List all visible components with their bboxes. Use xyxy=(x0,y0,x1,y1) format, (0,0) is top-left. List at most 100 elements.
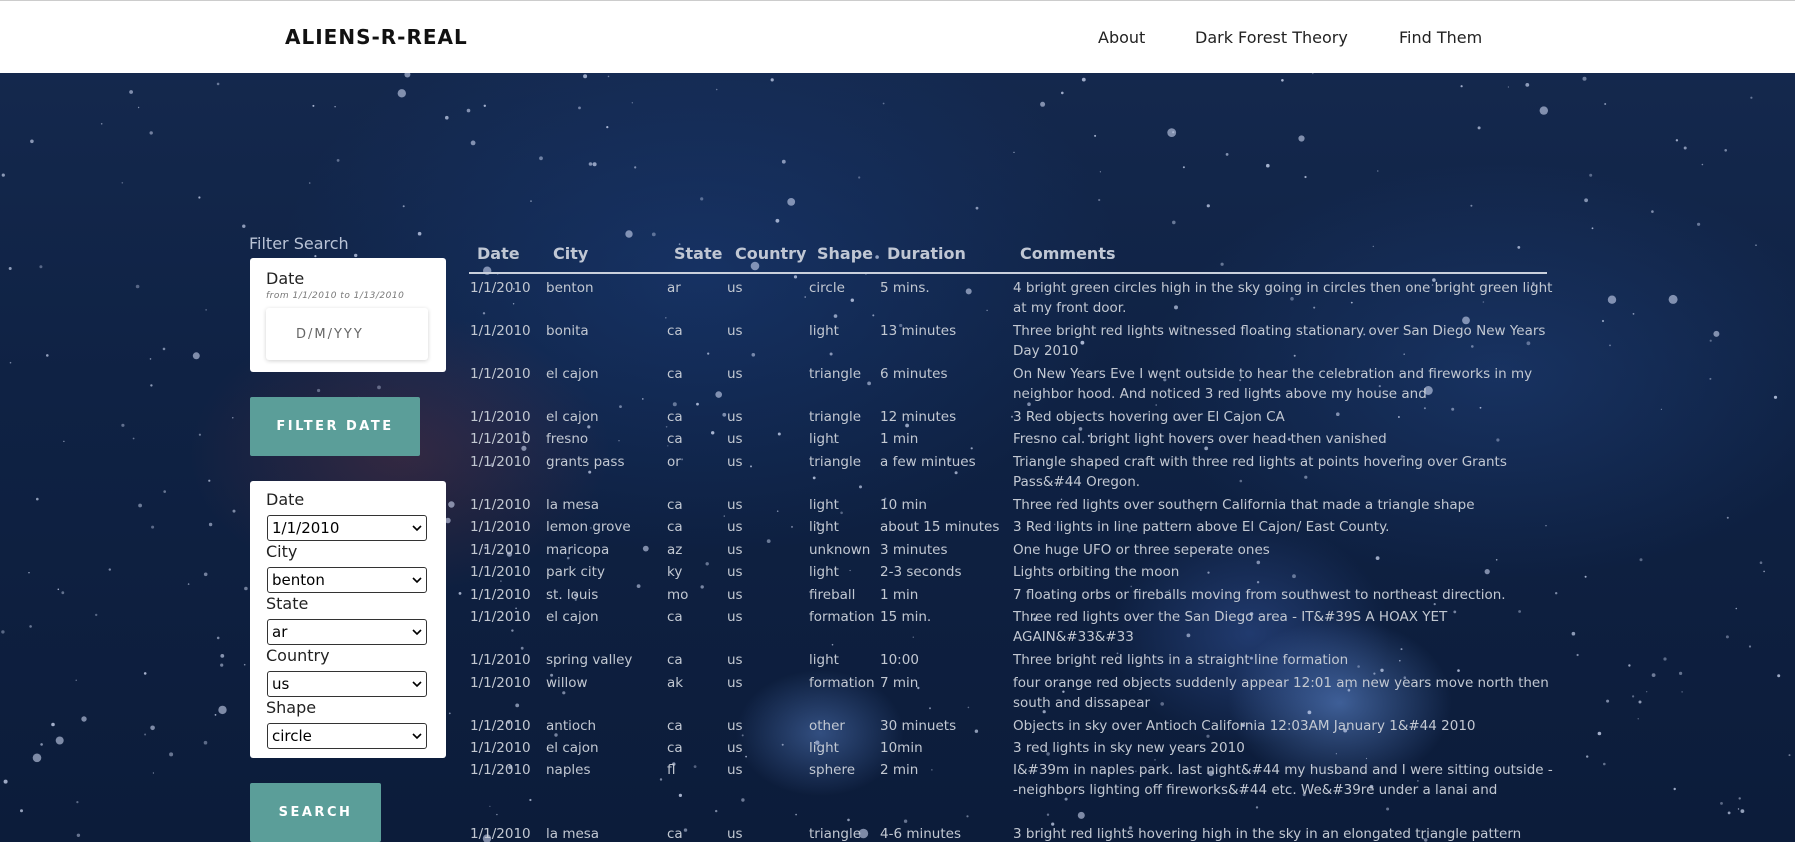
star xyxy=(205,309,207,311)
star xyxy=(1651,210,1654,213)
cell-duration: 10min xyxy=(880,740,923,756)
star xyxy=(220,663,224,667)
date-select[interactable]: 1/1/2010 xyxy=(267,515,427,541)
cell-country: us xyxy=(727,675,743,691)
cell-duration: 5 mins. xyxy=(880,280,930,296)
star xyxy=(1607,295,1617,304)
cell-state: az xyxy=(667,542,683,558)
city-select[interactable]: benton xyxy=(267,567,427,593)
star xyxy=(606,126,609,129)
brand-logo[interactable]: ALIENS-R-REAL xyxy=(285,25,468,49)
star xyxy=(198,196,201,199)
star xyxy=(1281,79,1284,82)
cell-comments: Three red lights over southern Californi… xyxy=(1013,497,1475,513)
cell-comments: Three bright red lights witnessed floati… xyxy=(1013,323,1546,359)
cell-comments: 4 bright green circles high in the sky g… xyxy=(1013,280,1553,316)
star xyxy=(1673,787,1676,791)
star xyxy=(1098,198,1101,202)
cell-country: us xyxy=(727,280,743,296)
star xyxy=(1683,146,1687,150)
star xyxy=(377,385,381,390)
cell-duration: 13 minutes xyxy=(880,323,957,339)
cell-shape: light xyxy=(809,323,839,339)
cell-date: 1/1/2010 xyxy=(470,454,531,470)
star xyxy=(1584,198,1588,203)
cell-comments: Triangle shaped craft with three red lig… xyxy=(1013,454,1507,490)
cell-duration: about 15 minutes xyxy=(880,519,1000,535)
nav-link-dark-forest-theory[interactable]: Dark Forest Theory xyxy=(1195,28,1348,47)
star xyxy=(1298,135,1305,142)
star xyxy=(354,253,358,258)
header-duration: Duration xyxy=(887,244,966,263)
star xyxy=(1709,377,1712,380)
star xyxy=(1606,699,1610,703)
cell-date: 1/1/2010 xyxy=(470,564,531,580)
star xyxy=(1651,673,1656,677)
country-select[interactable]: us xyxy=(267,671,427,697)
star xyxy=(539,156,543,161)
cell-comments: 7 floating orbs or fireballs moving from… xyxy=(1013,587,1506,603)
cell-shape: other xyxy=(809,718,845,734)
star xyxy=(1099,171,1101,173)
star xyxy=(1206,204,1210,208)
cell-duration: 30 minuets xyxy=(880,718,957,734)
table-row: 1/1/2010 benton ar us circle 5 mins. 4 bright … xyxy=(469,274,1552,317)
star xyxy=(1646,691,1648,693)
star xyxy=(39,265,43,269)
star xyxy=(1681,691,1683,693)
cell-state: ak xyxy=(667,675,684,691)
star xyxy=(314,255,317,258)
star xyxy=(583,74,588,79)
star xyxy=(1727,811,1731,815)
table-row: 1/1/2010 el cajon ca us formation 15 min. Thre… xyxy=(469,603,1547,646)
star xyxy=(203,572,208,577)
table-row: 1/1/2010 la mesa ca us light 10 min Three red … xyxy=(469,491,1547,513)
star xyxy=(198,433,201,436)
star xyxy=(36,497,39,501)
cell-date: 1/1/2010 xyxy=(470,762,531,778)
star xyxy=(1312,73,1314,75)
star xyxy=(149,358,152,360)
star xyxy=(192,352,200,360)
search-button[interactable]: SEARCH xyxy=(250,783,381,842)
date-input[interactable] xyxy=(266,308,428,360)
shape-select-value: circle xyxy=(272,727,312,745)
star xyxy=(417,231,422,236)
chevron-down-icon xyxy=(408,620,426,644)
star xyxy=(162,347,166,351)
cell-date: 1/1/2010 xyxy=(470,675,531,691)
star xyxy=(144,733,147,736)
star xyxy=(466,108,471,113)
shape-select[interactable]: circle xyxy=(267,723,427,749)
cell-state: ca xyxy=(667,609,683,625)
table-row: 1/1/2010 grants pass or us triangle a few min… xyxy=(469,448,1547,491)
star xyxy=(51,722,55,727)
cell-country: us xyxy=(727,564,743,580)
star xyxy=(152,772,154,774)
cell-duration: 3 minutes xyxy=(880,542,948,558)
navbar: ALIENS-R-REAL About Dark Forest Theory F… xyxy=(0,0,1795,73)
state-select[interactable]: ar xyxy=(267,619,427,645)
nav-link-about[interactable]: About xyxy=(1098,28,1145,47)
cell-date: 1/1/2010 xyxy=(470,366,531,382)
header-date: Date xyxy=(477,244,520,263)
cell-state: ca xyxy=(667,431,683,447)
table-body: 1/1/2010 benton ar us circle 5 mins. 4 bright … xyxy=(469,274,1553,842)
cell-state: mo xyxy=(667,587,689,603)
cell-comments: Three bright red lights in a straight li… xyxy=(1013,652,1349,668)
filter-search-title: Filter Search xyxy=(249,234,349,253)
cell-duration: 7 min xyxy=(880,675,919,691)
filter-date-button[interactable]: FILTER DATE xyxy=(250,397,420,456)
cell-duration: 15 min. xyxy=(880,609,932,625)
header-shape: Shape xyxy=(817,244,874,263)
cell-state: ca xyxy=(667,497,683,513)
cell-shape: light xyxy=(809,564,839,580)
star xyxy=(458,592,462,595)
star xyxy=(8,267,12,270)
cell-shape: formation xyxy=(809,675,875,691)
cell-date: 1/1/2010 xyxy=(470,409,531,425)
star xyxy=(1507,86,1509,88)
nav-link-find-them[interactable]: Find Them xyxy=(1399,28,1482,47)
cell-country: us xyxy=(727,409,743,425)
cell-shape: light xyxy=(809,497,839,513)
